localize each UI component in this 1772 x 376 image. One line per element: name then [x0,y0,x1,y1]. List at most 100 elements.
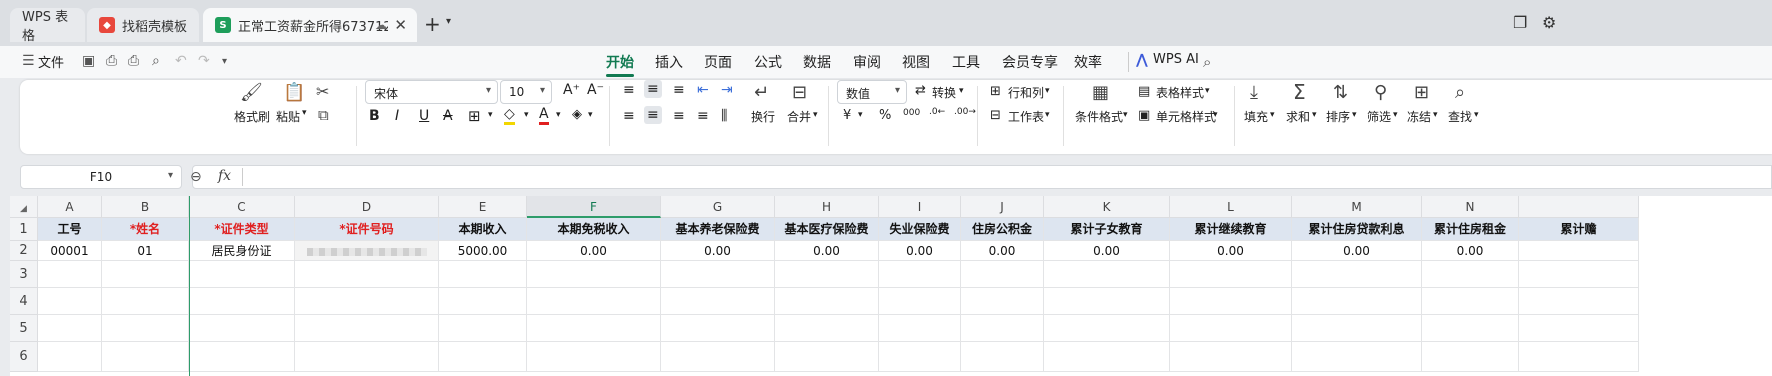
menu-formula[interactable]: 公式 [754,52,782,72]
header-cell[interactable]: 本期免税收入 [527,218,661,241]
font-name-select[interactable]: 宋体 ▾ [365,80,498,104]
header-cell[interactable]: 住房公积金 [961,218,1044,241]
empty-cell[interactable] [1170,342,1292,372]
chevron-down-icon[interactable]: ▾ [222,56,227,67]
export-pdf-icon[interactable]: ⎙ [106,53,117,69]
column-header[interactable]: G [661,196,775,218]
menu-tools[interactable]: 工具 [952,52,980,72]
header-cell[interactable]: *证件号码 [295,218,439,241]
justify-icon[interactable]: ≡ [697,108,709,124]
row-header[interactable]: 2 [10,241,38,261]
empty-cell[interactable] [1292,315,1422,342]
chevron-down-icon[interactable]: ▾ [446,16,451,27]
redo-icon[interactable]: ↷ [198,53,210,69]
empty-cell[interactable] [295,288,439,315]
empty-cell[interactable] [661,342,775,372]
worksheet-icon[interactable]: ⊟ [990,108,1001,123]
search-icon[interactable]: ⌕ [1203,53,1211,71]
bold-icon[interactable]: B [369,108,380,124]
header-cell[interactable]: 累计子女教育 [1044,218,1170,241]
header-cell[interactable]: 本期收入 [439,218,527,241]
row-header[interactable]: 5 [10,315,38,342]
chevron-down-icon[interactable]: ▾ [556,110,561,120]
align-bottom-icon[interactable]: ≡ [673,82,685,98]
chevron-down-icon[interactable]: ▾ [1205,86,1210,96]
data-cell[interactable]: 0.00 [775,241,879,261]
data-cell[interactable]: 居民身份证 [189,241,295,261]
menu-icon[interactable]: ☰ [22,53,35,69]
empty-cell[interactable] [439,315,527,342]
empty-cell[interactable] [295,342,439,372]
percent-icon[interactable]: % [879,108,891,123]
tab-wps-spreadsheet[interactable]: WPS 表格 [10,8,85,44]
header-cell[interactable]: *证件类型 [189,218,295,241]
column-header[interactable]: L [1170,196,1292,218]
row-column-label[interactable]: 行和列 [1008,84,1044,101]
row-header[interactable]: 6 [10,342,38,372]
print-preview-icon[interactable]: ⌕ [152,53,160,69]
data-cell[interactable]: 0.00 [879,241,961,261]
find-icon[interactable]: ⌕ [1455,82,1465,103]
empty-cell[interactable] [661,261,775,288]
empty-cell[interactable] [102,288,189,315]
decrease-font-icon[interactable]: A⁻ [587,82,604,98]
strikethrough-icon[interactable]: A [443,108,453,124]
chevron-down-icon[interactable]: ▾ [1270,110,1275,120]
empty-cell[interactable] [1422,342,1519,372]
empty-cell[interactable] [189,342,295,372]
header-cell[interactable]: 累计赡 [1519,218,1639,241]
menu-review[interactable]: 审阅 [853,52,881,72]
chevron-down-icon[interactable]: ▾ [1045,86,1050,96]
format-painter-label[interactable]: 格式刷 [234,108,270,125]
chevron-down-icon[interactable]: ▾ [588,110,593,120]
fx-icon[interactable]: fx [218,168,231,184]
align-left-icon[interactable]: ≡ [623,108,635,124]
header-cell[interactable]: 累计继续教育 [1170,218,1292,241]
chevron-down-icon[interactable]: ▾ [1474,110,1479,120]
empty-cell[interactable] [775,342,879,372]
name-box[interactable]: F10 ▾ [20,165,182,189]
header-cell[interactable]: 基本养老保险费 [661,218,775,241]
chevron-down-icon[interactable]: ▾ [302,108,307,118]
column-header[interactable]: J [961,196,1044,218]
empty-cell[interactable] [1170,288,1292,315]
data-cell[interactable]: 0.00 [1044,241,1170,261]
empty-cell[interactable] [1044,261,1170,288]
fill-icon[interactable]: ⤓ [1250,82,1258,103]
border-icon[interactable]: ⊞ [468,107,481,125]
worksheet-label[interactable]: 工作表 [1008,108,1044,125]
font-size-select[interactable]: 10 ▾ [500,80,552,104]
font-color-icon[interactable]: A [539,106,549,125]
chevron-down-icon[interactable]: ▾ [1393,110,1398,120]
format-painter-icon[interactable]: 🖌 [240,82,263,103]
print-icon[interactable]: ⎙ [128,53,139,69]
find-label[interactable]: 查找 [1448,108,1472,125]
menu-page[interactable]: 页面 [704,52,732,72]
zoom-formula-icon[interactable]: ⊖ [190,169,202,185]
empty-cell[interactable] [439,342,527,372]
empty-cell[interactable] [775,315,879,342]
header-cell[interactable]: 累计住房租金 [1422,218,1519,241]
empty-cell[interactable] [38,261,102,288]
data-cell[interactable]: 01 [102,241,189,261]
column-header[interactable]: K [1044,196,1170,218]
empty-cell[interactable] [1044,288,1170,315]
freeze-icon[interactable]: ⊞ [1414,82,1429,103]
table-style-icon[interactable]: ▤ [1138,84,1150,99]
freeze-label[interactable]: 冻结 [1407,108,1431,125]
empty-cell[interactable] [295,261,439,288]
empty-cell[interactable] [775,288,879,315]
chevron-down-icon[interactable]: ▾ [1433,110,1438,120]
chevron-down-icon[interactable]: ▾ [488,110,493,120]
currency-icon[interactable]: ¥ [843,108,851,123]
empty-cell[interactable] [1292,288,1422,315]
column-header[interactable]: C [189,196,295,218]
menu-insert[interactable]: 插入 [655,52,683,72]
empty-cell[interactable] [879,261,961,288]
tab-template[interactable]: ◆ 找稻壳模板 [87,8,199,42]
data-cell[interactable] [295,241,439,261]
data-cell[interactable]: 0.00 [661,241,775,261]
data-cell[interactable]: 00001 [38,241,102,261]
cell-style-icon[interactable]: ▣ [1138,108,1150,123]
empty-cell[interactable] [38,288,102,315]
